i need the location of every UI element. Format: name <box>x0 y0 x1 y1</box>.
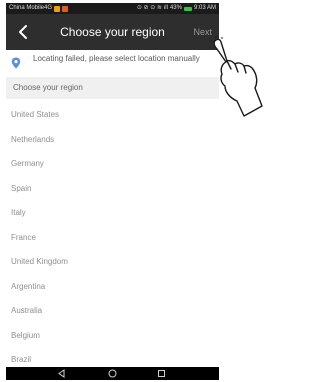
region-item[interactable]: Argentina <box>6 275 219 300</box>
region-item[interactable]: France <box>6 226 219 251</box>
battery-icon <box>183 6 192 11</box>
clock: 9:03 AM <box>193 5 216 11</box>
status-bar: China Mobile4G ⊙ ⊘ ⊙ ≋ ıll 43% 9:03 AM <box>6 3 219 14</box>
region-item[interactable]: United Kingdom <box>6 250 219 275</box>
location-pin-icon <box>11 57 21 69</box>
carrier-badge-icon <box>54 5 61 12</box>
battery-percent: 43% <box>169 5 182 11</box>
region-item[interactable]: United States <box>6 103 219 128</box>
region-search-field[interactable]: Choose your region <box>6 77 219 99</box>
title-bar: Choose your region Next <box>6 14 219 50</box>
region-list: United States Netherlands Germany Spain … <box>6 103 219 373</box>
home-circle-icon[interactable] <box>107 368 118 379</box>
carrier-badge-icon <box>62 5 69 12</box>
carrier-label: China Mobile4G <box>9 5 53 11</box>
signal-icons: ⊙ ⊘ ⊙ ≋ ıll <box>136 5 168 11</box>
region-item[interactable]: Australia <box>6 299 219 324</box>
recents-square-icon[interactable] <box>156 368 167 379</box>
pointing-hand-icon <box>210 36 263 117</box>
page-title: Choose your region <box>60 25 165 39</box>
status-right: ⊙ ⊘ ⊙ ≋ ıll 43% 9:03 AM <box>137 3 216 14</box>
region-item[interactable]: Belgium <box>6 324 219 349</box>
region-item[interactable]: Germany <box>6 152 219 177</box>
back-triangle-icon[interactable] <box>56 368 67 379</box>
region-item[interactable]: Netherlands <box>6 128 219 153</box>
region-item[interactable]: Italy <box>6 201 219 226</box>
notice-text: Locating failed, please select location … <box>33 54 200 63</box>
system-nav-bar <box>6 367 219 380</box>
status-left: China Mobile4G <box>9 3 69 14</box>
search-placeholder: Choose your region <box>13 83 83 92</box>
location-notice: Locating failed, please select location … <box>6 50 219 76</box>
phone-screen: China Mobile4G ⊙ ⊘ ⊙ ≋ ıll 43% 9:03 AM C… <box>6 3 219 380</box>
region-item[interactable]: Spain <box>6 177 219 202</box>
